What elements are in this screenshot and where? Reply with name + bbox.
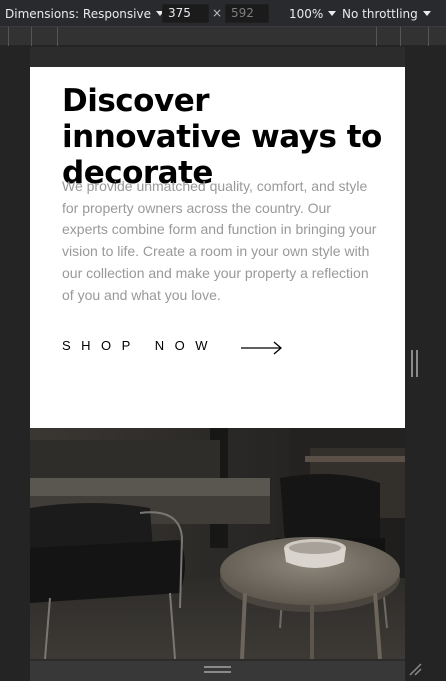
device-toolbar: Dimensions: Responsive 375 × 592 100% No… bbox=[0, 0, 446, 27]
throttling-dropdown[interactable]: No throttling bbox=[342, 0, 431, 27]
resize-corner-icon[interactable] bbox=[407, 661, 423, 677]
arrow-right-icon[interactable] bbox=[241, 341, 283, 355]
shop-now-link[interactable]: SHOP NOW bbox=[62, 338, 218, 353]
interior-photo bbox=[30, 428, 405, 659]
chevron-down-icon bbox=[422, 11, 431, 16]
times-separator: × bbox=[212, 6, 223, 20]
hero-description: We provide unmatched quality, comfort, a… bbox=[62, 178, 377, 303]
width-input[interactable]: 375 bbox=[162, 4, 209, 23]
ruler-tick bbox=[428, 27, 429, 46]
zoom-label: 100% bbox=[289, 6, 324, 21]
hero-headline: Discover innovative ways to decorate bbox=[62, 83, 382, 191]
ruler-tick bbox=[400, 27, 401, 46]
resize-handle-icon[interactable] bbox=[204, 666, 231, 674]
throttling-label: No throttling bbox=[342, 6, 418, 21]
media-query-ruler[interactable] bbox=[0, 27, 446, 46]
hero-section: Discover innovative ways to decorate We … bbox=[30, 67, 405, 428]
resize-handle-icon[interactable] bbox=[410, 350, 419, 377]
dimensions-dropdown[interactable]: Dimensions: Responsive bbox=[5, 0, 164, 27]
zoom-dropdown[interactable]: 100% bbox=[289, 0, 337, 27]
dimensions-label: Dimensions: Responsive bbox=[5, 6, 151, 21]
ruler-tick bbox=[57, 27, 58, 46]
ruler-tick bbox=[376, 27, 377, 46]
height-input[interactable]: 592 bbox=[225, 4, 269, 23]
ruler-tick bbox=[8, 27, 9, 46]
chevron-down-icon bbox=[328, 11, 337, 16]
ruler-tick bbox=[31, 27, 32, 46]
